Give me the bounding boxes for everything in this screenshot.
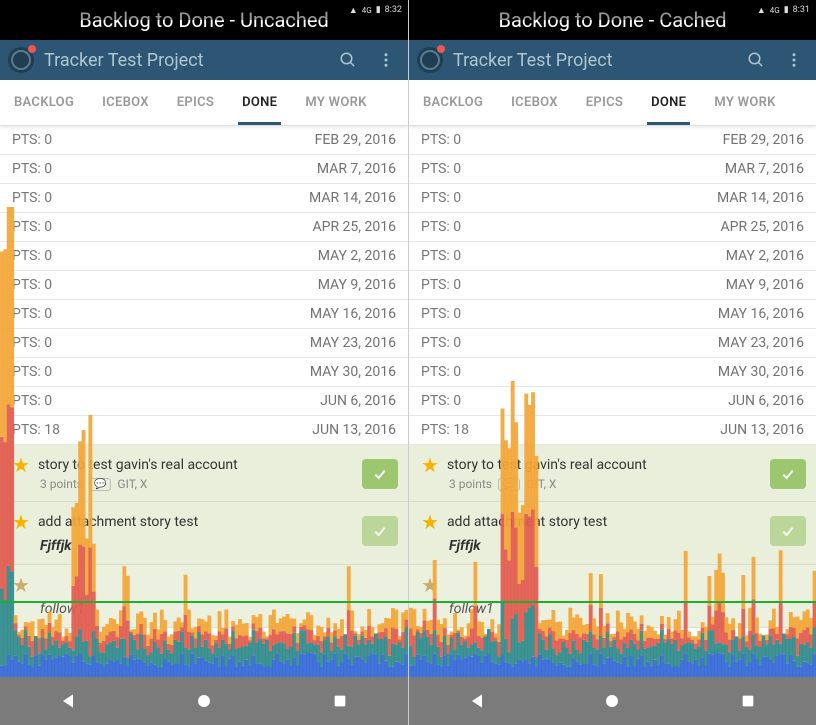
tab-backlog[interactable]: BACKLOG [0,80,88,125]
tab-epics[interactable]: EPICS [572,80,637,125]
iteration-row[interactable]: PTS: 18JUN 13, 2016 [0,416,408,445]
threshold-line [0,601,816,603]
star-icon[interactable]: ★ [12,510,30,534]
star-icon[interactable]: ★ [421,573,439,597]
iteration-row[interactable]: PTS: 0MAY 16, 2016 [0,300,408,329]
back-button[interactable] [462,691,492,711]
star-icon[interactable]: ★ [421,453,439,477]
accept-button[interactable] [362,516,398,546]
iteration-row[interactable]: PTS: 0APR 25, 2016 [409,213,816,242]
clock: 8:31 [793,5,810,15]
project-title: Tracker Test Project [453,50,732,71]
accept-button[interactable] [362,459,398,489]
battery-icon: ▮ [376,5,381,15]
android-nav-bar [0,677,408,725]
app-bar: Tracker Test Project [0,40,408,80]
list-area[interactable]: PTS: 0FEB 29, 2016 PTS: 0MAR 7, 2016 PTS… [409,126,816,677]
app-logo-icon[interactable] [417,47,443,73]
tab-done[interactable]: DONE [228,80,291,125]
recents-button[interactable] [733,691,763,711]
iteration-row[interactable]: PTS: 0MAR 14, 2016 [0,184,408,213]
iteration-row[interactable]: PTS: 0MAY 9, 2016 [0,271,408,300]
android-nav-bar [409,677,816,725]
network-icon: 4G [362,6,372,15]
story-title: story to test gavin's real account [38,457,238,473]
status-bar: ▲ 4G ▮ 8:31 [409,0,816,20]
story-description: Fjffjk [449,538,804,554]
story-title: story to test gavin's real account [447,457,647,473]
story-title: add attachment story test [447,514,607,530]
tab-backlog[interactable]: BACKLOG [409,80,497,125]
battery-icon: ▮ [784,5,789,15]
iteration-row[interactable]: PTS: 0FEB 29, 2016 [0,126,408,155]
iteration-row[interactable]: PTS: 0FEB 29, 2016 [409,126,816,155]
search-icon[interactable] [742,46,770,74]
network-icon: 4G [770,6,780,15]
accept-button[interactable] [770,459,806,489]
tab-strip: BACKLOG ICEBOX EPICS DONE MY WORK [0,80,408,126]
story-card[interactable]: ★ add attachment story test Fjffjk [409,502,816,565]
iteration-row[interactable]: PTS: 0MAY 9, 2016 [409,271,816,300]
tab-mywork[interactable]: MY WORK [700,80,789,125]
tab-icebox[interactable]: ICEBOX [497,80,572,125]
app-bar: Tracker Test Project [409,40,816,80]
overflow-menu-icon[interactable] [780,46,808,74]
tab-icebox[interactable]: ICEBOX [88,80,163,125]
home-button[interactable] [597,691,627,711]
story-card[interactable]: ★ add attachment story test Fjffjk [0,502,408,565]
iteration-row[interactable]: PTS: 0MAY 16, 2016 [409,300,816,329]
project-title: Tracker Test Project [44,50,324,71]
iteration-row[interactable]: PTS: 0MAY 30, 2016 [0,358,408,387]
signal-icon: ▲ [349,5,358,16]
pane-uncached: ▲ 4G ▮ 8:32 Backlog to Done - Uncached T… [0,0,408,725]
iteration-row[interactable]: PTS: 0MAR 14, 2016 [409,184,816,213]
story-title: follow1 [449,601,804,617]
iteration-row[interactable]: PTS: 0JUN 6, 2016 [409,387,816,416]
overflow-menu-icon[interactable] [372,46,400,74]
story-card[interactable]: ★ story to test gavin's real account 3 p… [0,445,408,502]
notification-dot-icon [437,45,445,53]
iteration-row[interactable]: PTS: 0APR 25, 2016 [0,213,408,242]
iteration-row[interactable]: PTS: 0MAY 30, 2016 [409,358,816,387]
iteration-row[interactable]: PTS: 0MAR 7, 2016 [0,155,408,184]
comment-icon: 💬 [498,478,520,491]
clock: 8:32 [385,5,402,15]
home-button[interactable] [189,691,219,711]
notification-dot-icon [28,45,36,53]
accept-button[interactable] [770,516,806,546]
status-bar: ▲ 4G ▮ 8:32 [0,0,408,20]
tab-epics[interactable]: EPICS [163,80,228,125]
story-card[interactable]: ★ story to test gavin's real account 3 p… [409,445,816,502]
recents-button[interactable] [325,691,355,711]
tab-mywork[interactable]: MY WORK [291,80,380,125]
tab-strip: BACKLOG ICEBOX EPICS DONE MY WORK [409,80,816,126]
comment-icon: 💬 [89,478,111,491]
iteration-row[interactable]: PTS: 0JUN 6, 2016 [0,387,408,416]
back-button[interactable] [53,691,83,711]
pane-cached: ▲ 4G ▮ 8:31 Backlog to Done - Cached Tra… [408,0,816,725]
story-title: follow1 [40,601,396,617]
search-icon[interactable] [334,46,362,74]
story-meta: 3 points 💬 GIT, X [40,477,396,491]
tab-done[interactable]: DONE [637,80,700,125]
star-icon[interactable]: ★ [12,573,30,597]
story-card[interactable]: ★ follow1 [409,565,816,628]
iteration-row[interactable]: PTS: 18JUN 13, 2016 [409,416,816,445]
star-icon[interactable]: ★ [421,510,439,534]
iteration-row[interactable]: PTS: 0MAY 2, 2016 [0,242,408,271]
list-area[interactable]: PTS: 0FEB 29, 2016 PTS: 0MAR 7, 2016 PTS… [0,126,408,677]
iteration-row[interactable]: PTS: 0MAY 23, 2016 [0,329,408,358]
iteration-row[interactable]: PTS: 0MAY 2, 2016 [409,242,816,271]
star-icon[interactable]: ★ [12,453,30,477]
app-logo-icon[interactable] [8,47,34,73]
story-description: Fjffjk [40,538,396,554]
story-title: add attachment story test [38,514,198,530]
iteration-row[interactable]: PTS: 0MAY 23, 2016 [409,329,816,358]
signal-icon: ▲ [757,5,766,16]
iteration-row[interactable]: PTS: 0MAR 7, 2016 [409,155,816,184]
story-meta: 3 points 💬 GIT, X [449,477,804,491]
story-card[interactable]: ★ follow1 [0,565,408,628]
